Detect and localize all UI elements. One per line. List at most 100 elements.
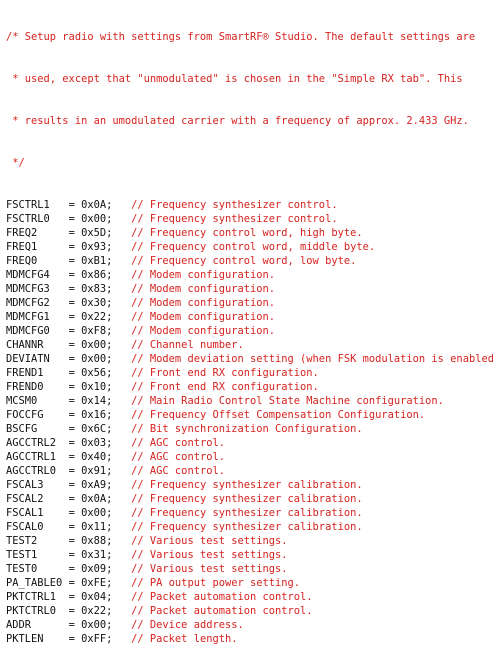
register-name: MDMCFG2 bbox=[6, 297, 69, 309]
register-name: FREQ1 bbox=[6, 241, 69, 253]
register-comment: // Modem deviation setting (when FSK mod… bbox=[131, 353, 493, 365]
assignment-operator: = bbox=[68, 451, 82, 463]
register-comment: // Frequency synthesizer control. bbox=[131, 199, 338, 211]
register-line: MCSM0 = 0x14; // Main Radio Control Stat… bbox=[6, 394, 493, 408]
assignment-operator: = bbox=[68, 325, 82, 337]
statement-terminator: ; bbox=[106, 465, 132, 477]
header-comment-line-2: * used, except that "unmodulated" is cho… bbox=[6, 73, 463, 85]
register-comment: // Modem configuration. bbox=[131, 311, 276, 323]
register-name: CHANNR bbox=[6, 339, 69, 351]
register-value: 0xB1 bbox=[81, 255, 107, 267]
register-name: PA_TABLE0 bbox=[6, 577, 69, 589]
assignment-operator: = bbox=[68, 409, 82, 421]
register-line: TEST1 = 0x31; // Various test settings. bbox=[6, 548, 493, 562]
statement-terminator: ; bbox=[106, 199, 132, 211]
register-line: FOCCFG = 0x16; // Frequency Offset Compe… bbox=[6, 408, 493, 422]
register-line: FREQ0 = 0xB1; // Frequency control word,… bbox=[6, 254, 493, 268]
register-comment: // Front end RX configuration. bbox=[131, 381, 319, 393]
assignment-operator: = bbox=[68, 283, 82, 295]
statement-terminator: ; bbox=[106, 325, 132, 337]
register-value: 0x0A bbox=[81, 199, 107, 211]
assignment-operator: = bbox=[68, 577, 82, 589]
register-name: TEST0 bbox=[6, 563, 69, 575]
register-name: DEVIATN bbox=[6, 353, 69, 365]
register-name: MCSM0 bbox=[6, 395, 69, 407]
register-comment: // Frequency control word, middle byte. bbox=[131, 241, 376, 253]
statement-terminator: ; bbox=[106, 227, 132, 239]
register-line: FSCAL1 = 0x00; // Frequency synthesizer … bbox=[6, 506, 493, 520]
statement-terminator: ; bbox=[106, 255, 132, 267]
register-comment: // Main Radio Control State Machine conf… bbox=[131, 395, 444, 407]
register-line: MDMCFG2 = 0x30; // Modem configuration. bbox=[6, 296, 493, 310]
register-settings: FSCTRL1 = 0x0A; // Frequency synthesizer… bbox=[6, 198, 493, 646]
assignment-operator: = bbox=[68, 227, 82, 239]
assignment-operator: = bbox=[68, 563, 82, 575]
register-line: BSCFG = 0x6C; // Bit synchronization Con… bbox=[6, 422, 493, 436]
register-value: 0x0A bbox=[81, 493, 107, 505]
statement-terminator: ; bbox=[106, 451, 132, 463]
register-line: FSCTRL1 = 0x0A; // Frequency synthesizer… bbox=[6, 198, 493, 212]
assignment-operator: = bbox=[68, 633, 82, 645]
register-value: 0x22 bbox=[81, 605, 107, 617]
register-comment: // Device address. bbox=[131, 619, 244, 631]
statement-terminator: ; bbox=[106, 353, 132, 365]
assignment-operator: = bbox=[68, 479, 82, 491]
assignment-operator: = bbox=[68, 311, 82, 323]
register-comment: // Frequency synthesizer control. bbox=[131, 213, 338, 225]
statement-terminator: ; bbox=[106, 507, 132, 519]
register-line: FSCAL3 = 0xA9; // Frequency synthesizer … bbox=[6, 478, 493, 492]
register-name: TEST2 bbox=[6, 535, 69, 547]
assignment-operator: = bbox=[68, 423, 82, 435]
register-value: 0x31 bbox=[81, 549, 107, 561]
register-line: FREND0 = 0x10; // Front end RX configura… bbox=[6, 380, 493, 394]
register-value: 0x00 bbox=[81, 507, 107, 519]
register-name: MDMCFG1 bbox=[6, 311, 69, 323]
statement-terminator: ; bbox=[106, 213, 132, 225]
register-comment: // Modem configuration. bbox=[131, 325, 276, 337]
register-value: 0x03 bbox=[81, 437, 107, 449]
register-line: MDMCFG3 = 0x83; // Modem configuration. bbox=[6, 282, 493, 296]
register-comment: // Modem configuration. bbox=[131, 283, 276, 295]
statement-terminator: ; bbox=[106, 493, 132, 505]
assignment-operator: = bbox=[68, 437, 82, 449]
register-comment: // Various test settings. bbox=[131, 563, 288, 575]
assignment-operator: = bbox=[68, 395, 82, 407]
register-value: 0x10 bbox=[81, 381, 107, 393]
code-listing: /* Setup radio with settings from SmartR… bbox=[6, 2, 493, 660]
register-line: TEST2 = 0x88; // Various test settings. bbox=[6, 534, 493, 548]
register-comment: // AGC control. bbox=[131, 437, 225, 449]
register-name: MDMCFG3 bbox=[6, 283, 69, 295]
statement-terminator: ; bbox=[106, 297, 132, 309]
register-line: FSCAL2 = 0x0A; // Frequency synthesizer … bbox=[6, 492, 493, 506]
register-line: MDMCFG1 = 0x22; // Modem configuration. bbox=[6, 310, 493, 324]
register-comment: // PA output power setting. bbox=[131, 577, 301, 589]
assignment-operator: = bbox=[68, 353, 82, 365]
register-comment: // Frequency control word, high byte. bbox=[131, 227, 363, 239]
register-name: MDMCFG4 bbox=[6, 269, 69, 281]
register-value: 0xF8 bbox=[81, 325, 107, 337]
register-name: FSCAL3 bbox=[6, 479, 69, 491]
register-line: DEVIATN = 0x00; // Modem deviation setti… bbox=[6, 352, 493, 366]
register-value: 0x56 bbox=[81, 367, 107, 379]
register-name: FSCAL1 bbox=[6, 507, 69, 519]
statement-terminator: ; bbox=[106, 367, 132, 379]
register-line: CHANNR = 0x00; // Channel number. bbox=[6, 338, 493, 352]
statement-terminator: ; bbox=[106, 423, 132, 435]
assignment-operator: = bbox=[68, 213, 82, 225]
register-name: FREQ0 bbox=[6, 255, 69, 267]
register-line: FREND1 = 0x56; // Front end RX configura… bbox=[6, 366, 493, 380]
register-value: 0x40 bbox=[81, 451, 107, 463]
register-line: TEST0 = 0x09; // Various test settings. bbox=[6, 562, 493, 576]
register-comment: // Various test settings. bbox=[131, 535, 288, 547]
statement-terminator: ; bbox=[106, 577, 132, 589]
statement-terminator: ; bbox=[106, 563, 132, 575]
register-line: PKTCTRL1 = 0x04; // Packet automation co… bbox=[6, 590, 493, 604]
register-value: 0x86 bbox=[81, 269, 107, 281]
header-comment-line-4: */ bbox=[6, 157, 25, 169]
header-comment-line-1: /* Setup radio with settings from SmartR… bbox=[6, 31, 476, 43]
register-value: 0x91 bbox=[81, 465, 107, 477]
register-comment: // Channel number. bbox=[131, 339, 244, 351]
register-value: 0xFF bbox=[81, 633, 107, 645]
register-value: 0x00 bbox=[81, 619, 107, 631]
assignment-operator: = bbox=[68, 591, 82, 603]
